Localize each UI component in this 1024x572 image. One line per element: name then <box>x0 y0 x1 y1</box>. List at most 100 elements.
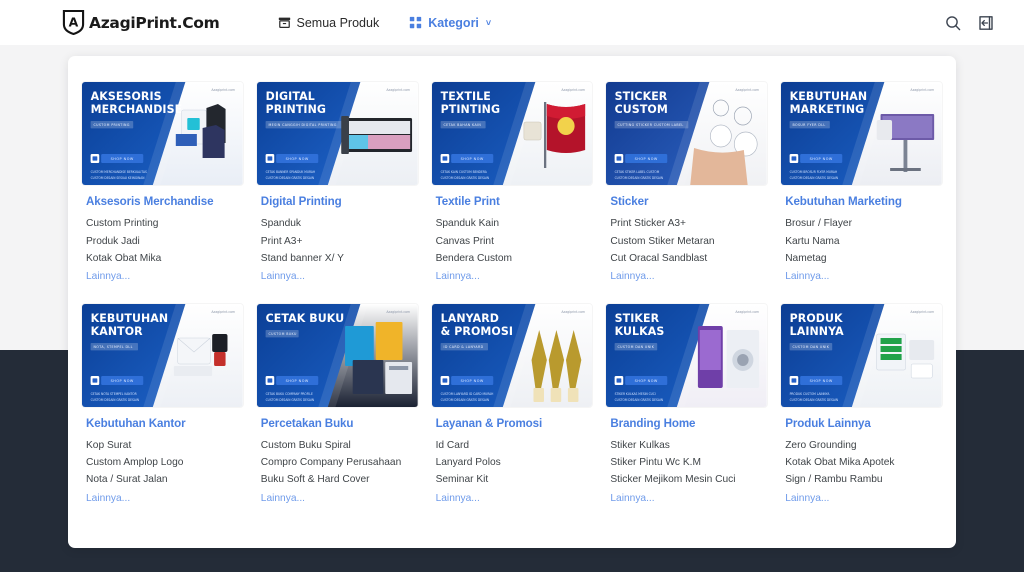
svg-text:CUSTOM DESAIN GRATIS DESAIN: CUSTOM DESAIN GRATIS DESAIN <box>615 176 663 180</box>
category-banner[interactable]: AKSESORISMERCHANDISE CUSTOM PRINTING SHO… <box>82 82 243 185</box>
login-icon <box>978 15 994 31</box>
category-banner[interactable]: KEBUTUHANMARKETING BOSUR FYER DLL SHOP N… <box>781 82 942 185</box>
svg-text:CUSTOM MERCHANDISE BERKUALITAS: CUSTOM MERCHANDISE BERKUALITAS <box>91 170 147 174</box>
svg-text:STIKER: STIKER <box>615 311 660 324</box>
category-title-link[interactable]: Kebutuhan Marketing <box>785 195 942 209</box>
svg-text:MARKETING: MARKETING <box>790 103 865 116</box>
category-more-link[interactable]: Lainnya... <box>86 489 243 507</box>
category-subitem[interactable]: Canvas Print <box>436 233 593 250</box>
svg-text:KEBUTUHAN: KEBUTUHAN <box>91 311 169 324</box>
category-subitem-list: Brosur / FlayerKartu NamaNametag <box>785 216 942 268</box>
category-subitem[interactable]: Custom Printing <box>86 216 243 233</box>
category-banner[interactable]: DIGITALPRINTING MESIN CANGGIH DIGITAL PR… <box>257 82 418 185</box>
category-banner[interactable]: CETAK BUKU CUSTOM BUKU SHOP NOW CETAK BU… <box>257 304 418 407</box>
svg-text:CUSTOM DESAIN GRATIS DESAIN: CUSTOM DESAIN GRATIS DESAIN <box>265 397 313 401</box>
category-more-link[interactable]: Lainnya... <box>610 268 767 286</box>
category-subitem[interactable]: Print A3+ <box>261 233 418 250</box>
svg-text:CETAK NOTA STEMPEL KANTOR: CETAK NOTA STEMPEL KANTOR <box>91 391 138 395</box>
category-subitem[interactable]: Custom Amplop Logo <box>86 455 243 472</box>
category-subitem[interactable]: Seminar Kit <box>436 472 593 489</box>
category-subitem[interactable]: Sign / Rambu Rambu <box>785 472 942 489</box>
category-more-link[interactable]: Lainnya... <box>436 489 593 507</box>
category-title-link[interactable]: Layanan & Promosi <box>436 417 593 431</box>
category-more-link[interactable]: Lainnya... <box>436 268 593 286</box>
category-subitem[interactable]: Compro Company Perusahaan <box>261 455 418 472</box>
category-card: AKSESORISMERCHANDISE CUSTOM PRINTING SHO… <box>82 82 243 286</box>
category-subitem[interactable]: Stand banner X/ Y <box>261 250 418 267</box>
category-subitem[interactable]: Print Sticker A3+ <box>610 216 767 233</box>
category-banner[interactable]: STIKERKULKAS CUSTOM DAN UNIK SHOP NOW ST… <box>606 304 767 407</box>
svg-text:CUSTOM: CUSTOM <box>615 103 668 116</box>
category-subitem[interactable]: Bendera Custom <box>436 250 593 267</box>
category-card: PRODUKLAINNYA CUSTOM DAN UNIK SHOP NOW P… <box>781 304 942 508</box>
svg-text:CUSTOM DAN UNIK: CUSTOM DAN UNIK <box>618 345 655 349</box>
category-subitem[interactable]: Brosur / Flayer <box>785 216 942 233</box>
svg-text:& PROMOSI: & PROMOSI <box>440 324 512 337</box>
category-subitem[interactable]: Kotak Obat Mika <box>86 250 243 267</box>
category-subitem[interactable]: Zero Grounding <box>785 437 942 454</box>
category-subitem[interactable]: Stiker Kulkas <box>610 437 767 454</box>
category-subitem[interactable]: Id Card <box>436 437 593 454</box>
svg-text:Azagiprint.com: Azagiprint.com <box>386 88 410 92</box>
svg-text:Azagiprint.com: Azagiprint.com <box>561 88 585 92</box>
category-card: KEBUTUHANKANTOR NOTA, STEMPEL DLL SHOP N… <box>82 304 243 508</box>
category-subitem[interactable]: Spanduk Kain <box>436 216 593 233</box>
category-banner[interactable]: PRODUKLAINNYA CUSTOM DAN UNIK SHOP NOW P… <box>781 304 942 407</box>
category-more-link[interactable]: Lainnya... <box>610 489 767 507</box>
chevron-down-icon: ˅ <box>486 18 491 28</box>
svg-text:CETAK STIKER LABEL CUSTOM: CETAK STIKER LABEL CUSTOM <box>615 170 660 174</box>
category-more-link[interactable]: Lainnya... <box>785 268 942 286</box>
category-banner[interactable]: STICKERCUSTOM CUTTING STICKER CUSTOM LAB… <box>606 82 767 185</box>
category-subitem[interactable]: Nametag <box>785 250 942 267</box>
nav-item-kategori[interactable]: Kategori ˅ <box>409 16 491 30</box>
category-title-link[interactable]: Branding Home <box>610 417 767 431</box>
svg-text:LAINNYA: LAINNYA <box>790 324 844 337</box>
category-subitem-list: Stiker KulkasStiker Pintu Wc K.MSticker … <box>610 437 767 489</box>
category-title-link[interactable]: Sticker <box>610 195 767 209</box>
svg-text:PRODUK CUSTOM LAINNYA: PRODUK CUSTOM LAINNYA <box>790 391 831 395</box>
category-more-link[interactable]: Lainnya... <box>86 268 243 286</box>
svg-text:SHOP NOW: SHOP NOW <box>635 157 658 161</box>
category-subitem[interactable]: Produk Jadi <box>86 233 243 250</box>
category-subitem[interactable]: Lanyard Polos <box>436 455 593 472</box>
category-subitem[interactable]: Cut Oracal Sandblast <box>610 250 767 267</box>
category-subitem[interactable]: Spanduk <box>261 216 418 233</box>
category-grid-icon <box>409 16 422 29</box>
category-title-link[interactable]: Textile Print <box>436 195 593 209</box>
svg-text:PRODUK: PRODUK <box>790 311 844 324</box>
category-more-link[interactable]: Lainnya... <box>261 489 418 507</box>
category-more-link[interactable]: Lainnya... <box>261 268 418 286</box>
category-subitem-list: Custom Buku SpiralCompro Company Perusah… <box>261 437 418 489</box>
svg-text:STIKER KULKAS MESIN CUCI: STIKER KULKAS MESIN CUCI <box>615 391 656 395</box>
category-subitem[interactable]: Buku Soft & Hard Cover <box>261 472 418 489</box>
category-subitem[interactable]: Kop Surat <box>86 437 243 454</box>
category-subitem[interactable]: Nota / Surat Jalan <box>86 472 243 489</box>
category-title-link[interactable]: Produk Lainnya <box>785 417 942 431</box>
category-subitem[interactable]: Custom Buku Spiral <box>261 437 418 454</box>
category-subitem[interactable]: Custom Stiker Metaran <box>610 233 767 250</box>
category-subitem[interactable]: Sticker Mejikom Mesin Cuci <box>610 472 767 489</box>
category-subitem[interactable]: Kotak Obat Mika Apotek <box>785 455 942 472</box>
category-title-link[interactable]: Aksesoris Merchandise <box>86 195 243 209</box>
svg-text:SHOP NOW: SHOP NOW <box>285 379 308 383</box>
login-button[interactable] <box>976 13 996 33</box>
svg-text:CUSTOM DAN UNIK: CUSTOM DAN UNIK <box>793 345 830 349</box>
search-button[interactable] <box>943 13 963 33</box>
category-more-link[interactable]: Lainnya... <box>785 489 942 507</box>
category-subitem[interactable]: Stiker Pintu Wc K.M <box>610 455 767 472</box>
category-banner[interactable]: TEXTILEPTINTING CETAK BAHAN KAIN SHOP NO… <box>432 82 593 185</box>
category-banner[interactable]: KEBUTUHANKANTOR NOTA, STEMPEL DLL SHOP N… <box>82 304 243 407</box>
category-title-link[interactable]: Digital Printing <box>261 195 418 209</box>
category-banner[interactable]: LANYARD& PROMOSI ID CARD & LANYARD SHOP … <box>432 304 593 407</box>
search-icon <box>945 15 961 31</box>
svg-text:SHOP NOW: SHOP NOW <box>810 379 833 383</box>
category-title-link[interactable]: Kebutuhan Kantor <box>86 417 243 431</box>
nav-item-semua-produk[interactable]: Semua Produk <box>278 16 380 30</box>
svg-text:Azagiprint.com: Azagiprint.com <box>911 88 935 92</box>
nav-label-kategori: Kategori <box>428 16 479 30</box>
category-title-link[interactable]: Percetakan Buku <box>261 417 418 431</box>
svg-text:DIGITAL: DIGITAL <box>265 90 314 103</box>
category-subitem[interactable]: Kartu Nama <box>785 233 942 250</box>
brand-logo[interactable]: A AzagiPrint.Com <box>62 10 220 35</box>
svg-text:AKSESORIS: AKSESORIS <box>91 90 162 103</box>
